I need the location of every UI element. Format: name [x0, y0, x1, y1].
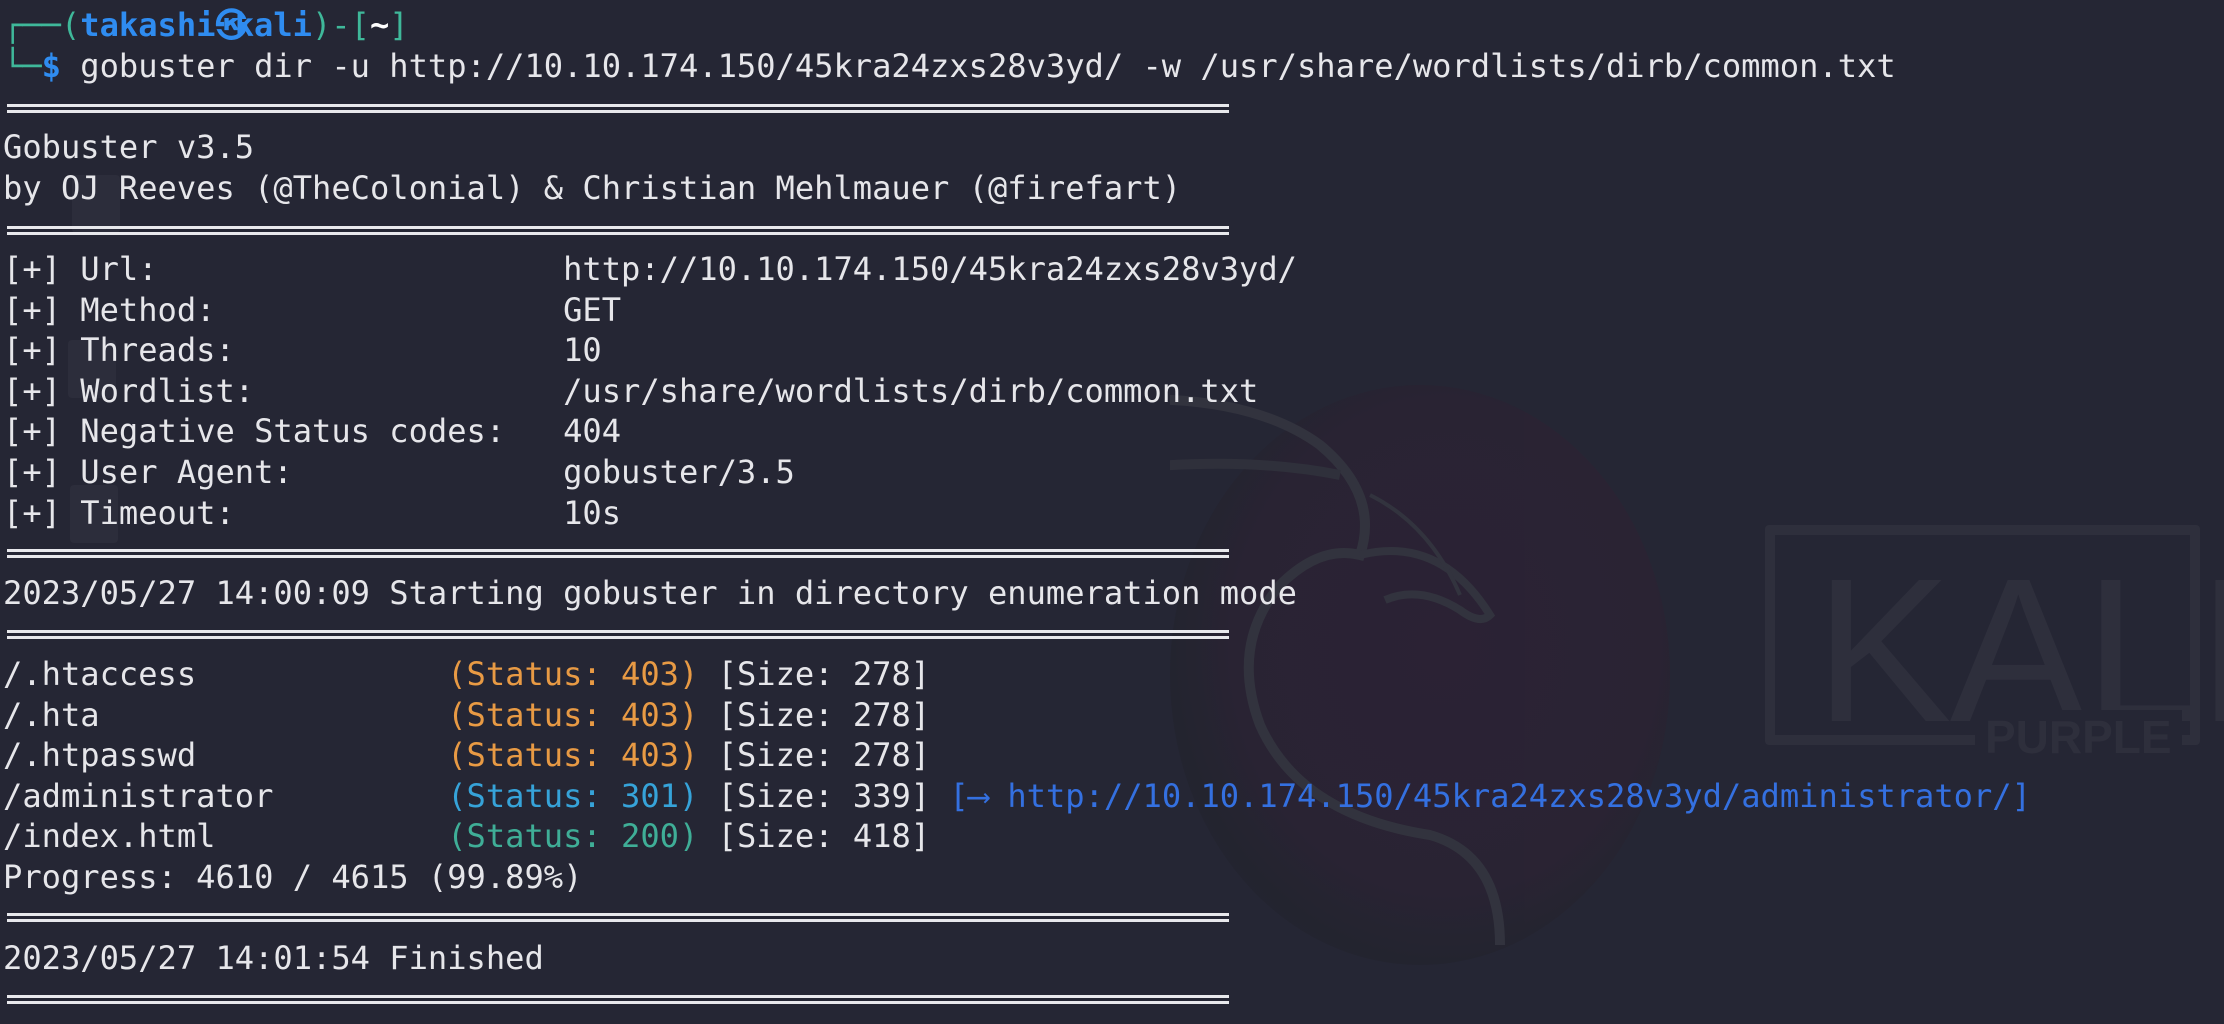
prompt-frame-mid: )-[	[311, 6, 370, 44]
result-size: [Size: 418]	[717, 817, 931, 856]
config-row: [+] Timeout: 10s	[3, 493, 621, 534]
result-path: /.htpasswd	[3, 736, 428, 775]
prompt-cwd: ~	[369, 6, 390, 44]
config-prefix: [+]	[3, 290, 61, 329]
config-row: [+] Wordlist: /usr/share/wordlists/dirb/…	[3, 371, 1258, 412]
separator	[7, 995, 1229, 1004]
config-row: [+] Threads: 10	[3, 330, 602, 371]
result-size: [Size: 278]	[717, 695, 931, 734]
result-row: /.hta (Status: 403) [Size: 278]	[3, 695, 930, 736]
banner-authors: by OJ Reeves (@TheColonial) & Christian …	[3, 169, 1182, 207]
config-key: Url:	[80, 250, 564, 288]
prompt-header: ┌──(takashi㉿kali)-[~]	[3, 5, 409, 46]
config-key: Method:	[80, 290, 564, 329]
separator	[7, 104, 1229, 113]
result-row: /administrator (Status: 301) [Size: 339]…	[3, 776, 2031, 817]
prompt-frame-top: ┌──(	[3, 6, 81, 44]
separator	[7, 630, 1229, 639]
result-size: [Size: 339]	[717, 776, 931, 815]
config-value: /usr/share/wordlists/dirb/common.txt	[563, 371, 1259, 410]
result-status: (Status: 301)	[447, 776, 699, 815]
prompt-frame-bottom: └─	[3, 47, 42, 85]
config-value: http://10.10.174.150/45kra24zxs28v3yd/	[563, 250, 1297, 288]
terminal-output[interactable]: ┌──(takashi㉿kali)-[~] └─$ gobuster dir -…	[3, 0, 2224, 1024]
config-prefix: [+]	[3, 250, 61, 288]
banner-title: Gobuster v3.5	[3, 128, 255, 166]
config-row: [+] Negative Status codes: 404	[3, 411, 621, 452]
redirect-link[interactable]: [⟶ http://10.10.174.150/45kra24zxs28v3yd…	[949, 777, 2031, 815]
result-row: /index.html (Status: 200) [Size: 418]	[3, 816, 930, 857]
separator	[7, 913, 1229, 922]
prompt-host: kali	[234, 6, 312, 44]
config-prefix: [+]	[3, 331, 61, 370]
config-value: gobuster/3.5	[563, 453, 795, 491]
separator	[7, 226, 1229, 235]
result-path: /index.html	[3, 817, 428, 856]
config-key: Negative Status codes:	[80, 412, 564, 451]
config-value: 10s	[563, 493, 622, 532]
result-path: /.hta	[3, 695, 428, 734]
command-line: └─$ gobuster dir -u http://10.10.174.150…	[3, 46, 1896, 87]
config-prefix: [+]	[3, 412, 61, 451]
command-text: gobuster dir -u http://10.10.174.150/45k…	[80, 47, 1896, 85]
prompt-frame-end: ]	[389, 6, 409, 44]
prompt-user: takashi	[80, 6, 216, 44]
config-prefix: [+]	[3, 371, 61, 410]
result-status: (Status: 200)	[447, 817, 699, 856]
result-size: [Size: 278]	[717, 655, 931, 693]
config-row: [+] Url: http://10.10.174.150/45kra24zxs…	[3, 249, 1297, 290]
result-path: /.htaccess	[3, 655, 428, 693]
result-status: (Status: 403)	[447, 655, 699, 693]
separator	[7, 549, 1229, 558]
config-value: GET	[563, 290, 622, 329]
config-key: Timeout:	[80, 493, 564, 532]
result-row: /.htaccess (Status: 403) [Size: 278]	[3, 654, 930, 695]
start-message: 2023/05/27 14:00:09 Starting gobuster in…	[3, 574, 1297, 612]
config-row: [+] Method: GET	[3, 290, 621, 331]
result-size: [Size: 278]	[717, 736, 931, 775]
prompt-symbol: $	[41, 47, 61, 85]
config-prefix: [+]	[3, 493, 61, 532]
config-key: User Agent:	[80, 453, 564, 491]
config-key: Threads:	[80, 331, 564, 370]
config-value: 404	[563, 412, 622, 451]
kali-circle-icon: ㉿	[215, 6, 248, 44]
result-path: /administrator	[3, 776, 428, 815]
config-row: [+] User Agent: gobuster/3.5	[3, 452, 795, 493]
result-status: (Status: 403)	[447, 695, 699, 734]
result-row: /.htpasswd (Status: 403) [Size: 278]	[3, 735, 930, 776]
config-value: 10	[563, 331, 602, 370]
finish-message: 2023/05/27 14:01:54 Finished	[3, 939, 544, 977]
config-key: Wordlist:	[80, 371, 564, 410]
result-status: (Status: 403)	[447, 736, 699, 775]
progress-text: Progress: 4610 / 4615 (99.89%)	[3, 858, 583, 896]
config-prefix: [+]	[3, 453, 61, 491]
